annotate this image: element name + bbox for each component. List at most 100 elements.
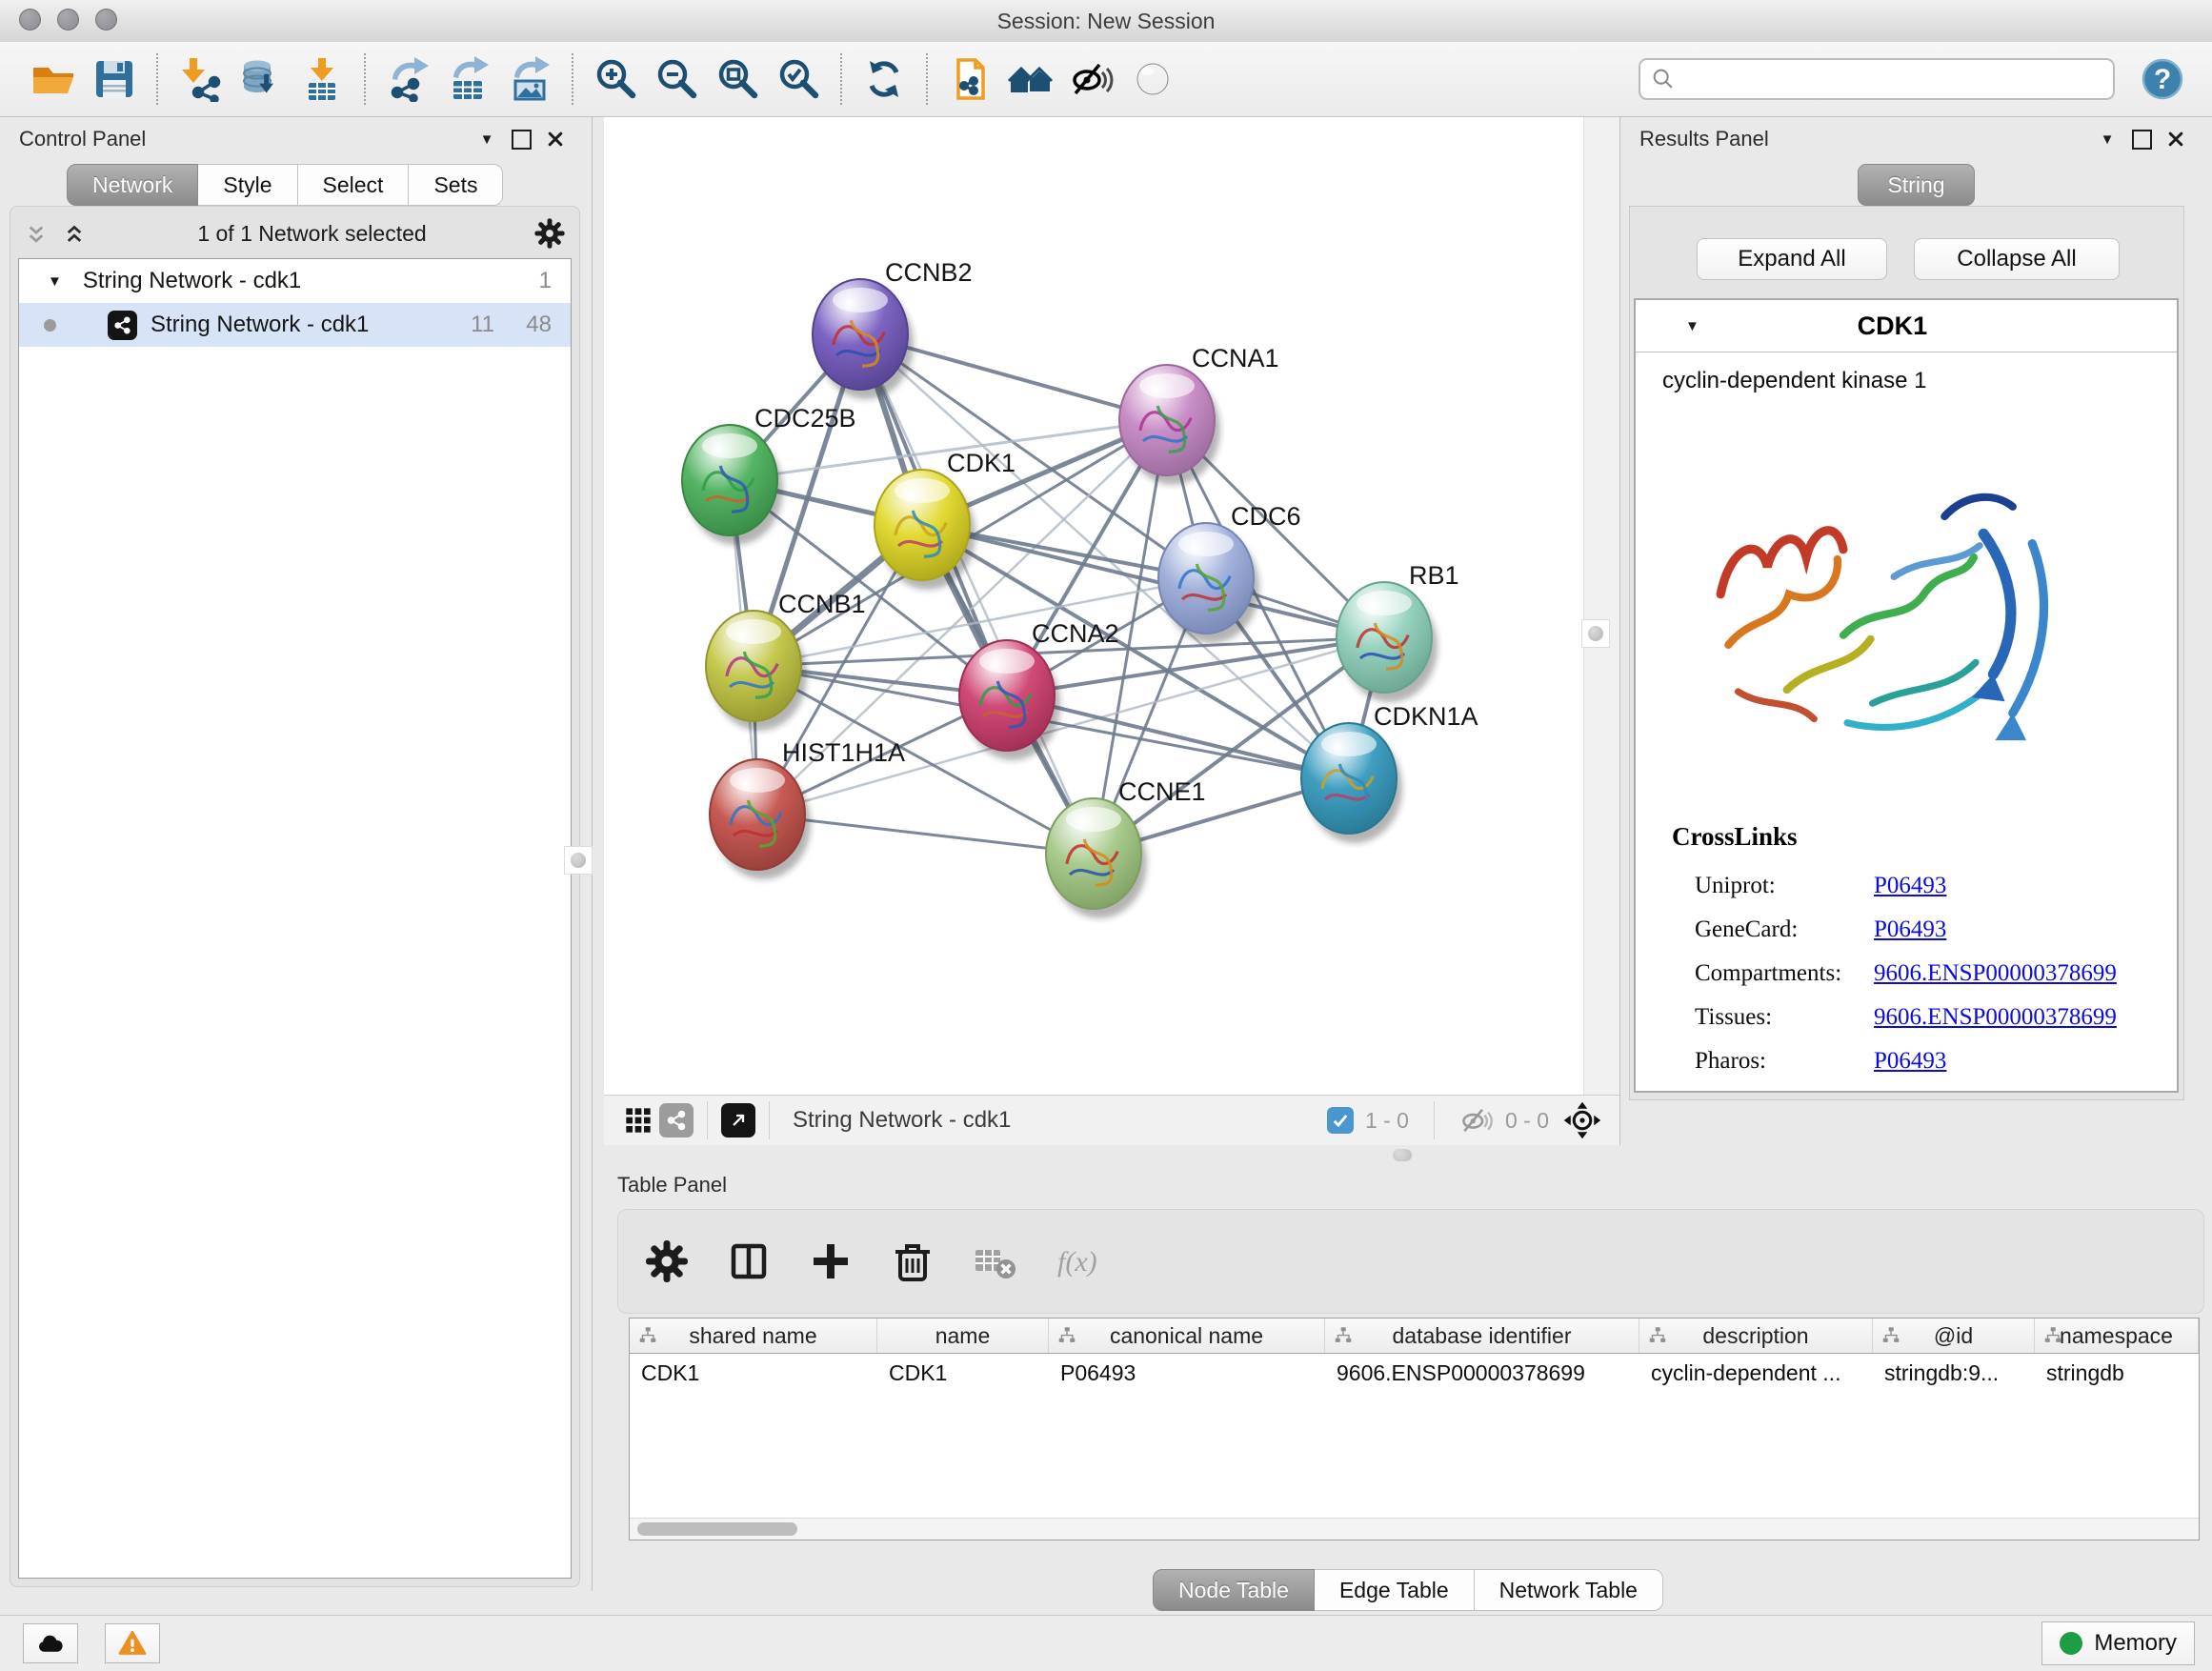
column-header-canonicalname[interactable]: canonical name: [1049, 1319, 1325, 1353]
delete-table-button[interactable]: [969, 1235, 1022, 1288]
network-node-CCNA1[interactable]: CCNA1: [1119, 344, 1279, 485]
create-column-button[interactable]: [805, 1235, 858, 1288]
network-node-CCNB2[interactable]: CCNB2: [813, 258, 973, 399]
column-header-databaseidentifier[interactable]: database identifier: [1325, 1319, 1639, 1353]
open-session-button[interactable]: [27, 52, 80, 106]
horizontal-scrollbar[interactable]: [630, 1518, 2199, 1540]
network-view-statusbar: String Network - cdk1 1 - 0 0 - 0: [604, 1095, 1619, 1145]
network-overview-button[interactable]: [659, 1103, 694, 1137]
column-header-sharedname[interactable]: shared name: [630, 1319, 877, 1353]
column-header-namespace[interactable]: namespace: [2035, 1319, 2199, 1353]
toggle-columns-button[interactable]: [723, 1235, 776, 1288]
node-label: RB1: [1409, 561, 1459, 590]
node-details-card: ▼ CDK1 cyclin-dependent kinase 1: [1634, 298, 2179, 1093]
collapse-arrow-icon[interactable]: ▼: [1685, 318, 1699, 334]
float-window-icon: [512, 130, 532, 150]
collapse-all-button[interactable]: Collapse All: [1914, 238, 2120, 280]
expand-arrow-icon[interactable]: ▼: [48, 273, 62, 290]
network-node-RB1[interactable]: RB1: [1337, 561, 1459, 702]
expand-all-button[interactable]: Expand All: [1697, 238, 1887, 280]
zoom-in-icon: [593, 56, 638, 102]
control-panel-menu-button[interactable]: ▼: [470, 122, 504, 156]
export-table-icon: [446, 56, 492, 102]
fit-selected-button[interactable]: [1560, 1097, 1606, 1143]
network-view-canvas[interactable]: CCNB2CCNA1CDC25BCDK1CDC6RB1CCNB1CCNA2CDK…: [604, 117, 1583, 1095]
homes-button[interactable]: [1004, 52, 1057, 106]
zoom-out-button[interactable]: [650, 52, 703, 106]
table-settings-button[interactable]: [641, 1235, 694, 1288]
zoom-in-button[interactable]: [589, 52, 642, 106]
control-splitter-handle[interactable]: [564, 846, 593, 875]
delete-columns-button[interactable]: [887, 1235, 940, 1288]
cloud-status-button[interactable]: [23, 1623, 78, 1663]
network-document-share-button[interactable]: [943, 52, 996, 106]
results-panel-menu-button[interactable]: ▼: [2090, 122, 2124, 156]
function-builder-button[interactable]: [1051, 1235, 1104, 1288]
export-image-button[interactable]: [503, 52, 556, 106]
hide-panels-button[interactable]: [1065, 52, 1118, 106]
export-net-icon: [385, 56, 431, 102]
tab-select[interactable]: Select: [298, 164, 410, 206]
detach-view-button[interactable]: [721, 1103, 755, 1137]
birds-eye-view-button[interactable]: [617, 1100, 659, 1140]
tab-string[interactable]: String: [1858, 164, 1974, 206]
crosslink-row: Pharos:P06493: [1695, 1039, 2162, 1083]
table-splitter-handle[interactable]: [1393, 1149, 1412, 1161]
column-header-name[interactable]: name: [877, 1319, 1049, 1353]
column-header-label: database identifier: [1393, 1323, 1572, 1349]
network-panel-options-button[interactable]: [530, 213, 572, 253]
network-collection-row[interactable]: ▼ String Network - cdk1 1: [19, 259, 571, 303]
network-node-CDC25B[interactable]: CDC25B: [682, 404, 856, 545]
collapse-all-networks-button[interactable]: [18, 216, 56, 251]
zoom-selected-button[interactable]: [772, 52, 825, 106]
table-row[interactable]: CDK1CDK1P064939606.ENSP00000378699cyclin…: [630, 1354, 2199, 1392]
results-splitter-handle[interactable]: [1581, 619, 1610, 648]
control-panel-float-button[interactable]: [504, 122, 538, 156]
tab-node-table[interactable]: Node Table: [1153, 1569, 1315, 1611]
crosslink-genecard-link[interactable]: P06493: [1874, 916, 1946, 943]
column-header-id[interactable]: @id: [1873, 1319, 2035, 1353]
network-row-selected[interactable]: String Network - cdk1 11 48: [19, 303, 571, 347]
crosslink-pharos-link[interactable]: P06493: [1874, 1048, 1946, 1075]
network-node-CDC6[interactable]: CDC6: [1158, 502, 1301, 643]
plus-icon: [808, 1238, 854, 1284]
node-details-header[interactable]: ▼ CDK1: [1636, 300, 2177, 352]
import-table-from-file-button[interactable]: [295, 52, 349, 106]
tab-edge-table[interactable]: Edge Table: [1315, 1569, 1475, 1611]
network-node-CCNB1[interactable]: CCNB1: [706, 590, 866, 731]
toolbar-separator: [840, 53, 842, 105]
export-table-button[interactable]: [442, 52, 495, 106]
cloud-icon: [36, 1629, 65, 1658]
tab-network[interactable]: Network: [67, 164, 198, 206]
search-box[interactable]: [1639, 58, 2115, 100]
network-node-CDKN1A[interactable]: CDKN1A: [1301, 702, 1478, 843]
warnings-button[interactable]: [105, 1623, 160, 1663]
search-input[interactable]: [1684, 65, 2103, 93]
memory-button[interactable]: Memory: [2041, 1621, 2195, 1665]
control-panel-close-button[interactable]: [538, 122, 573, 156]
control-panel-title: Control Panel: [19, 127, 146, 151]
import-network-from-database-button[interactable]: [234, 52, 288, 106]
refresh-icon: [861, 56, 907, 102]
import-network-from-file-button[interactable]: [173, 52, 227, 106]
network-node-HIST1H1A[interactable]: HIST1H1A: [710, 738, 905, 879]
results-panel-close-button[interactable]: [2159, 122, 2193, 156]
column-header-description[interactable]: description: [1639, 1319, 1873, 1353]
help-button[interactable]: [2140, 54, 2189, 104]
tab-style[interactable]: Style: [198, 164, 297, 206]
expand-all-networks-button[interactable]: [56, 216, 94, 251]
crosslink-compartments-link[interactable]: 9606.ENSP00000378699: [1874, 960, 2117, 987]
crosslink-tissues-link[interactable]: 9606.ENSP00000378699: [1874, 1004, 2117, 1031]
crosslink-uniprot-link[interactable]: P06493: [1874, 873, 1946, 899]
selected-nodes-checkbox[interactable]: [1327, 1107, 1354, 1134]
zoom-fit-button[interactable]: [711, 52, 764, 106]
tab-network-table[interactable]: Network Table: [1475, 1569, 1663, 1611]
tab-sets[interactable]: Sets: [409, 164, 503, 206]
save-session-button[interactable]: [88, 52, 141, 106]
network-icon: [108, 311, 137, 340]
graphics-detail-sphere-button[interactable]: [1126, 52, 1179, 106]
apply-layout-button[interactable]: [857, 52, 911, 106]
results-panel-float-button[interactable]: [2124, 122, 2159, 156]
export-network-button[interactable]: [381, 52, 434, 106]
scrollbar-thumb[interactable]: [637, 1522, 797, 1536]
